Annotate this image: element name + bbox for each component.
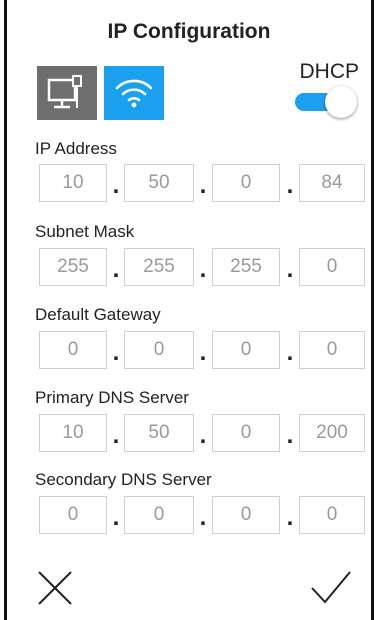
- wifi-button[interactable]: [104, 66, 164, 120]
- ip-configuration-dialog: IP Configuration DHCP IP Address 10 . 50…: [4, 0, 374, 620]
- close-icon: [38, 571, 72, 605]
- secondary-dns-octet-4[interactable]: 0: [299, 496, 365, 534]
- subnet-mask-octet-2[interactable]: 255: [124, 248, 194, 286]
- wifi-icon: [115, 79, 153, 108]
- dot-separator: .: [112, 256, 120, 283]
- dot-separator: .: [286, 256, 294, 283]
- dot-separator: .: [286, 504, 294, 531]
- secondary-dns-octet-3[interactable]: 0: [212, 496, 280, 534]
- dot-separator: .: [112, 422, 120, 449]
- dot-separator: .: [199, 422, 207, 449]
- cancel-button[interactable]: [35, 568, 75, 608]
- dot-separator: .: [112, 339, 120, 366]
- default-gateway-octet-2[interactable]: 0: [124, 331, 194, 369]
- subnet-mask-label: Subnet Mask: [35, 222, 135, 241]
- primary-dns-octet-2[interactable]: 50: [124, 414, 194, 452]
- subnet-mask-octet-1[interactable]: 255: [39, 248, 107, 286]
- ip-address-octet-4[interactable]: 84: [299, 164, 365, 202]
- ethernet-button[interactable]: [37, 66, 97, 120]
- default-gateway-row: 0 . 0 . 0 . 0: [7, 331, 371, 369]
- dot-separator: .: [199, 256, 207, 283]
- dot-separator: .: [286, 172, 294, 199]
- primary-dns-row: 10 . 50 . 0 . 200: [7, 414, 371, 452]
- dhcp-toggle[interactable]: [291, 86, 357, 118]
- default-gateway-octet-4[interactable]: 0: [299, 331, 365, 369]
- page-title: IP Configuration: [107, 20, 271, 43]
- dot-separator: .: [199, 504, 207, 531]
- secondary-dns-octet-1[interactable]: 0: [39, 496, 107, 534]
- confirm-button[interactable]: [309, 568, 353, 608]
- ip-address-octet-3[interactable]: 0: [212, 164, 280, 202]
- subnet-mask-octet-4[interactable]: 0: [299, 248, 365, 286]
- primary-dns-octet-3[interactable]: 0: [212, 414, 280, 452]
- default-gateway-octet-3[interactable]: 0: [212, 331, 280, 369]
- subnet-mask-octet-3[interactable]: 255: [212, 248, 280, 286]
- ip-address-octet-2[interactable]: 50: [124, 164, 194, 202]
- subnet-mask-row: 255 . 255 . 255 . 0: [7, 248, 371, 286]
- ip-address-label: IP Address: [35, 139, 117, 158]
- dot-separator: .: [286, 422, 294, 449]
- ethernet-icon: [47, 75, 82, 109]
- dhcp-label: DHCP: [299, 60, 359, 83]
- default-gateway-label: Default Gateway: [35, 305, 161, 324]
- secondary-dns-label: Secondary DNS Server: [35, 470, 212, 489]
- default-gateway-octet-1[interactable]: 0: [39, 331, 107, 369]
- primary-dns-label: Primary DNS Server: [35, 388, 189, 407]
- dot-separator: .: [199, 172, 207, 199]
- primary-dns-octet-1[interactable]: 10: [39, 414, 107, 452]
- dot-separator: .: [112, 504, 120, 531]
- check-icon: [311, 571, 351, 604]
- secondary-dns-row: 0 . 0 . 0 . 0: [7, 496, 371, 534]
- secondary-dns-octet-2[interactable]: 0: [124, 496, 194, 534]
- primary-dns-octet-4[interactable]: 200: [299, 414, 365, 452]
- dot-separator: .: [199, 339, 207, 366]
- dot-separator: .: [286, 339, 294, 366]
- dot-separator: .: [112, 172, 120, 199]
- ip-address-row: 10 . 50 . 0 . 84: [7, 164, 371, 202]
- toggle-knob[interactable]: [325, 86, 357, 118]
- ip-address-octet-1[interactable]: 10: [39, 164, 107, 202]
